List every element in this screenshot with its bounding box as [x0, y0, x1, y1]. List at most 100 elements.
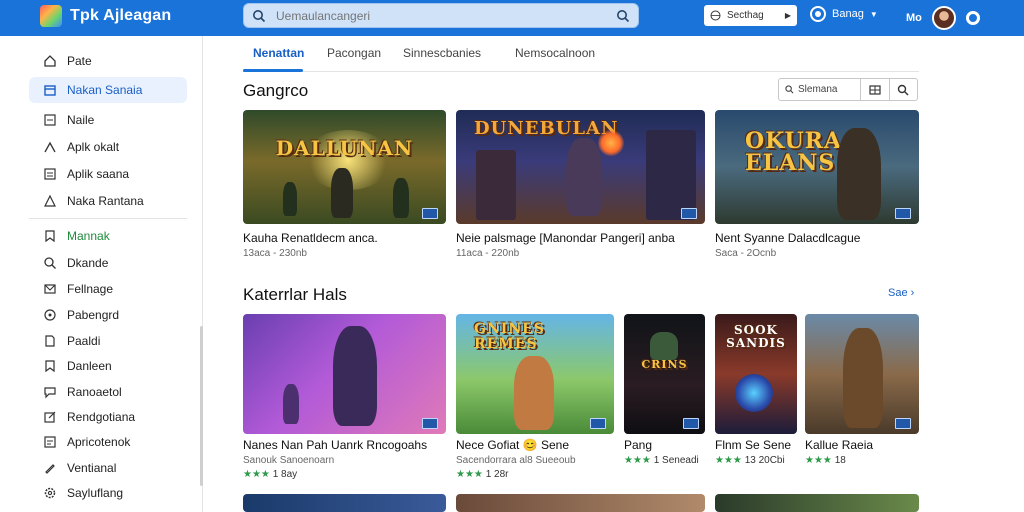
sidebar-item-ventianal[interactable]: Ventianal — [29, 455, 187, 481]
brand[interactable]: Tpk Ajleagan — [40, 5, 171, 27]
game-card[interactable]: GNINES REMES Nece Gofiat 😊 Sene Sacendor… — [456, 314, 614, 484]
globe-icon — [710, 10, 721, 21]
game-thumbnail[interactable]: DALLUNAN — [243, 110, 446, 224]
rating-stars-icon: ★★★ — [456, 469, 483, 480]
sidebar-item-naka-rantana[interactable]: Naka Rantana — [29, 188, 187, 214]
sidebar-item-dkande[interactable]: Dkande — [29, 250, 187, 276]
tab-nenattan[interactable]: Nenattan — [253, 46, 304, 60]
game-title: Flnm Se Sene — [715, 438, 792, 452]
game-rating: ★★★ 1 8ay — [243, 469, 297, 480]
sidebar-item-aplik-saana[interactable]: Aplik saana — [29, 161, 187, 187]
game-art-title: DALLUNAN — [275, 136, 414, 160]
search-bar[interactable] — [243, 3, 639, 28]
game-card[interactable]: Kallue Raeia ★★★ 18 — [805, 314, 919, 484]
game-card[interactable]: SOOK SANDIS Flnm Se Sene ★★★ 13 20Cbi — [715, 314, 797, 484]
game-card[interactable]: CRINS Pang ★★★ 1 Seneadi — [624, 314, 705, 484]
game-thumbnail[interactable]: OKURA ELANS — [715, 110, 919, 224]
language-select[interactable]: Secthag ▶ — [704, 5, 797, 26]
building-decoration — [476, 150, 516, 220]
search-input[interactable] — [266, 4, 616, 27]
filter-search-label: Slemana — [798, 84, 838, 95]
game-thumbnail[interactable]: SOOK SANDIS — [715, 314, 797, 434]
game-title: Nent Syanne Dalacdlcague — [715, 231, 861, 245]
search-button[interactable] — [890, 79, 918, 100]
game-title: Neie palsmage [Manondar Pangeri] anba — [456, 231, 675, 245]
search-icon — [898, 84, 909, 95]
game-thumbnail[interactable] — [805, 314, 919, 434]
sidebar-item-mannak[interactable]: Mannak — [29, 223, 187, 249]
top-right-group: Mo — [906, 6, 980, 30]
filter-search-field[interactable]: Slemana — [779, 79, 861, 100]
game-rating: ★★★ 1 28r — [456, 469, 508, 480]
game-meta: 13aca - 230nb — [243, 248, 307, 259]
rating-value: 1 28r — [485, 469, 509, 480]
game-thumbnail[interactable] — [243, 314, 446, 434]
sidebar-item-fellnage[interactable]: Fellnage — [29, 276, 187, 302]
see-all-link[interactable]: Sae › — [888, 287, 914, 299]
character-figure — [843, 328, 883, 428]
sidebar-item-label: Naile — [67, 113, 95, 127]
top-bar: Tpk Ajleagan Secthag ▶ Banag ▼ Mo — [0, 0, 1024, 36]
list-icon — [44, 168, 56, 180]
user-short-label[interactable]: Mo — [906, 12, 922, 24]
sidebar-item-rendgotiana[interactable]: Rendgotiana — [29, 404, 187, 430]
sidebar-item-label: Ranoaetol — [67, 385, 122, 399]
search-submit-icon[interactable] — [616, 9, 630, 23]
arrow-up-icon — [44, 141, 56, 153]
pen-icon — [45, 464, 55, 474]
game-thumbnail[interactable]: CRINS — [624, 314, 705, 434]
rating-value: 1 8ay — [272, 469, 298, 480]
rating-value: 13 20Cbi — [744, 455, 785, 466]
character-figure — [837, 128, 881, 220]
sidebar-item-apricotenok[interactable]: Apricotenok — [29, 429, 187, 455]
sidebar-item-paaldi[interactable]: Paaldi — [29, 328, 187, 354]
notification-icon[interactable] — [965, 11, 980, 25]
tab-bar: Nenattan Pacongan Sinnescbanies Nemsocal… — [243, 40, 919, 72]
sidebar-item-store[interactable]: Nakan Sanaia — [29, 77, 187, 103]
sidebar-item-naile[interactable]: Naile — [29, 107, 187, 133]
account-menu[interactable]: Banag ▼ — [810, 6, 878, 22]
tab-pacongan[interactable]: Pacongan — [327, 46, 381, 60]
game-card[interactable]: Nanes Nan Pah Uanrk Rncogoahs Sanouk San… — [243, 314, 446, 484]
character-figure — [650, 332, 678, 360]
filter-toolbar: Slemana — [778, 78, 918, 101]
settings-icon — [44, 487, 56, 499]
game-card[interactable]: DALLUNAN Kauha Renatldecm anca. 13aca - … — [243, 110, 446, 260]
game-thumbnail[interactable]: GNINES REMES — [456, 314, 614, 434]
game-meta: Sanouk Sanoenoarn — [243, 455, 335, 466]
game-card[interactable]: DUNEBULAN Neie palsmage [Manondar Panger… — [456, 110, 705, 260]
rating-stars-icon: ★★★ — [715, 455, 742, 466]
sidebar-item-pabengrd[interactable]: Pabengrd — [29, 302, 187, 328]
sidebar-item-label: Naka Rantana — [67, 194, 144, 208]
grid-icon — [869, 84, 881, 95]
sidebar-item-aplk-okalt[interactable]: Aplk okalt — [29, 134, 187, 160]
game-card[interactable]: OKURA ELANS Nent Syanne Dalacdlcague Sac… — [715, 110, 919, 260]
tab-sinnescbanies[interactable]: Sinnescbanies — [403, 46, 481, 60]
sidebar-item-label: Nakan Sanaia — [67, 83, 143, 97]
sidebar-item-label: Pate — [67, 54, 92, 68]
tab-nemsocalnoon[interactable]: Nemsocalnoon — [515, 46, 595, 60]
chevron-down-icon: ▼ — [869, 9, 878, 19]
sidebar-scrollbar[interactable] — [200, 326, 203, 486]
file-icon — [45, 335, 55, 347]
character-figure — [283, 384, 299, 424]
sidebar-item-sayluflang[interactable]: Sayluflang — [29, 480, 187, 506]
avatar[interactable] — [931, 6, 956, 30]
game-thumbnail[interactable]: DUNEBULAN — [456, 110, 705, 224]
game-thumbnail-partial[interactable] — [715, 494, 919, 512]
sidebar-item-ranoaetol[interactable]: Ranoaetol — [29, 379, 187, 405]
sidebar-item-danleen[interactable]: Danleen — [29, 353, 187, 379]
media-badge-icon — [895, 208, 911, 219]
grid-view-button[interactable] — [861, 79, 890, 100]
search-icon — [253, 9, 266, 22]
game-title: Nanes Nan Pah Uanrk Rncogoahs — [243, 438, 428, 452]
game-meta: Saca - 2Ocnb — [715, 248, 777, 259]
game-title: Pang — [624, 438, 653, 452]
game-thumbnail-partial[interactable] — [456, 494, 705, 512]
edit-icon — [44, 411, 56, 423]
game-thumbnail-partial[interactable] — [243, 494, 446, 512]
sidebar-item-home[interactable]: Pate — [29, 48, 187, 74]
media-badge-icon — [681, 208, 697, 219]
rating-stars-icon: ★★★ — [805, 455, 832, 466]
rating-value: 18 — [834, 455, 846, 466]
